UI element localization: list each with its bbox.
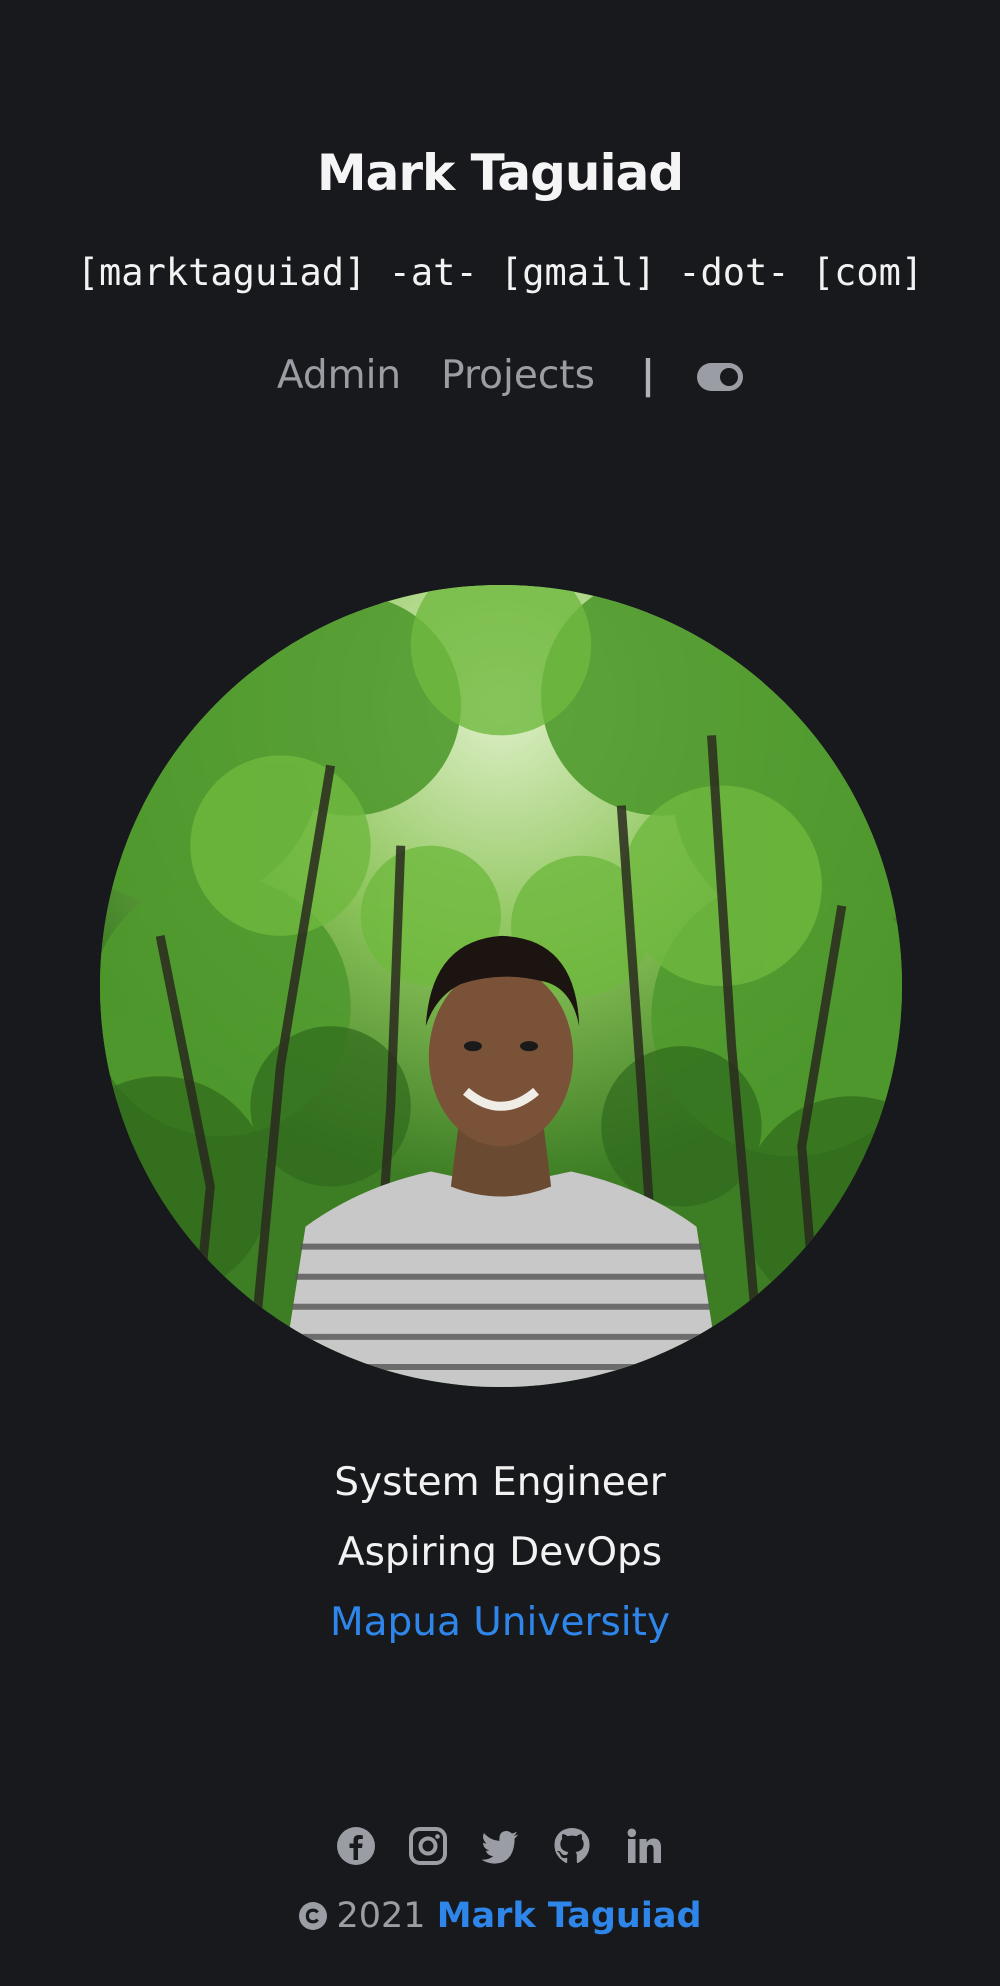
nav-link-projects[interactable]: Projects (441, 350, 595, 402)
bio-section: System Engineer Aspiring DevOps Mapua Un… (0, 1448, 1000, 1658)
toggle-knob (720, 368, 739, 386)
copyright-icon (298, 1896, 328, 1930)
footer-author-link[interactable]: Mark Taguiad (437, 1896, 702, 1936)
footer: 2021 Mark Taguiad (0, 1892, 1000, 1940)
github-icon[interactable] (552, 1826, 592, 1866)
email-text: [marktaguiad] -at- [gmail] -dot- [com] (76, 251, 924, 294)
bio-aspiration: Aspiring DevOps (337, 1530, 663, 1575)
facebook-icon[interactable] (336, 1826, 376, 1866)
theme-toggle-icon[interactable] (697, 363, 744, 391)
site-header: Mark Taguiad (0, 138, 1000, 208)
social-links (0, 1826, 1000, 1866)
nav-separator: | (640, 353, 656, 398)
linkedin-icon[interactable] (624, 1826, 664, 1866)
nav-link-admin[interactable]: Admin (277, 350, 401, 402)
copyright-year: 2021 (336, 1896, 426, 1936)
twitter-icon[interactable] (480, 1826, 520, 1866)
instagram-icon[interactable] (408, 1826, 448, 1866)
main-nav: Admin Projects | (0, 350, 1000, 402)
bio-role: System Engineer (334, 1460, 666, 1505)
school-link[interactable]: Mapua University (0, 1588, 1000, 1658)
site-title[interactable]: Mark Taguiad (0, 138, 1000, 208)
profile-photo (100, 585, 902, 1387)
